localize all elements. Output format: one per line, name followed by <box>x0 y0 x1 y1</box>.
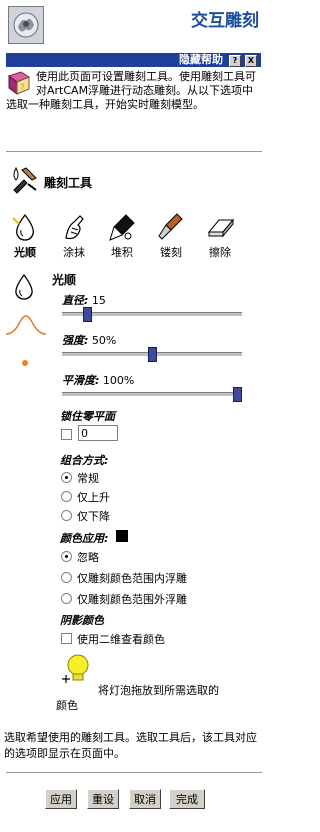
current-tool-icon <box>13 273 35 304</box>
tool-label: 光顺 <box>14 246 36 259</box>
help-text-body: 使用此页面可设置雕刻工具。使用雕刻工具可对ArtCAM浮雕进行动态雕刻。从以下选… <box>6 70 256 111</box>
done-button[interactable]: 完成 <box>169 789 205 809</box>
diameter-value: 15 <box>91 294 106 307</box>
apply-button[interactable]: 应用 <box>45 789 77 809</box>
carve-chisel-icon <box>158 213 183 240</box>
cancel-button[interactable]: 取消 <box>129 789 161 809</box>
help-close-button[interactable]: X <box>245 55 257 67</box>
color-swatch[interactable] <box>116 530 128 542</box>
deposit-icon <box>109 214 135 241</box>
smoothness-row: 平滑度: 100% <box>62 372 134 388</box>
divider <box>6 151 262 153</box>
use-2d-color-label: 使用二维查看颜色 <box>77 633 165 646</box>
color-option-label: 仅雕刻颜色范围外浮雕 <box>77 593 187 606</box>
lock-zero-plane-checkbox[interactable] <box>61 429 72 440</box>
brush-size-dot-icon <box>22 360 28 366</box>
strength-value: 50% <box>91 334 117 347</box>
lock-zero-plane-label: 锁住零平面 <box>60 410 115 423</box>
help-book-icon: ? <box>6 70 32 96</box>
help-bar[interactable]: 隐藏帮助 ? X <box>6 53 261 67</box>
hide-help-label[interactable]: 隐藏帮助 <box>179 53 223 67</box>
combine-label: 组合方式: <box>60 454 109 467</box>
diameter-row: 直径: 15 <box>62 292 106 308</box>
tool-label: 擦除 <box>209 246 231 259</box>
color-radio-inside[interactable] <box>61 572 72 583</box>
svg-text:?: ? <box>20 83 25 93</box>
tool-carve[interactable]: 镂刻 <box>151 212 191 260</box>
color-apply-label: 颜色应用: <box>60 532 109 545</box>
smoothness-label: 平滑度: <box>62 374 100 387</box>
tool-erase[interactable]: 擦除 <box>200 212 240 260</box>
combine-radio-normal[interactable] <box>61 472 72 483</box>
tool-smooth[interactable]: 光顺 <box>5 212 45 260</box>
strength-slider-thumb[interactable] <box>148 347 157 362</box>
carve-tools-icon <box>10 164 40 197</box>
smoothness-slider-thumb[interactable] <box>233 387 242 402</box>
color-radio-ignore[interactable] <box>61 551 72 562</box>
profile-curve-icon <box>4 312 48 339</box>
bulb-instruction: 将灯泡拖放到所需选取的 <box>98 684 219 697</box>
diameter-slider-thumb[interactable] <box>83 307 92 322</box>
tool-deposit[interactable]: 堆积 <box>102 212 142 260</box>
use-2d-color-checkbox[interactable] <box>61 633 72 644</box>
footer-help-text: 选取希望使用的雕刻工具。选取工具后，该工具对应的选项即显示在页面中。 <box>4 731 257 760</box>
smudge-finger-icon <box>65 215 84 240</box>
reset-button[interactable]: 重设 <box>87 789 119 809</box>
strength-row: 强度: 50% <box>62 332 116 348</box>
color-option-label: 仅雕刻颜色范围内浮雕 <box>77 572 187 585</box>
strength-slider[interactable] <box>62 347 242 362</box>
divider <box>6 772 262 774</box>
smoothness-value: 100% <box>102 374 135 387</box>
combine-radio-lower[interactable] <box>61 510 72 521</box>
current-tool-name: 光顺 <box>52 273 77 287</box>
help-question-button[interactable]: ? <box>229 55 241 67</box>
color-option-label: 忽略 <box>77 551 99 564</box>
zero-plane-field[interactable] <box>78 425 118 441</box>
shade-label: 阴影颜色 <box>60 614 104 627</box>
smoothness-slider[interactable] <box>62 387 242 402</box>
combine-option-label: 仅上升 <box>77 491 110 504</box>
bulb-caption: 颜色 <box>56 699 78 712</box>
tool-label: 堆积 <box>111 246 133 259</box>
section-title: 雕刻工具 <box>44 176 93 190</box>
tool-smudge[interactable]: 涂抹 <box>54 212 94 260</box>
tool-label: 涂抹 <box>63 246 85 259</box>
smooth-drop-icon <box>12 213 34 241</box>
light-bulb-icon[interactable] <box>60 653 90 690</box>
eraser-icon <box>207 218 235 238</box>
combine-radio-raise[interactable] <box>61 491 72 502</box>
color-radio-outside[interactable] <box>61 593 72 604</box>
diameter-slider[interactable] <box>62 307 242 322</box>
page-title: 交互雕刻 <box>191 11 259 31</box>
combine-option-label: 常规 <box>77 472 99 485</box>
strength-label: 强度: <box>62 334 89 347</box>
help-panel: ? 使用此页面可设置雕刻工具。使用雕刻工具可对ArtCAM浮雕进行动态雕刻。从以… <box>6 70 258 112</box>
combine-option-label: 仅下降 <box>77 510 110 523</box>
diameter-label: 直径: <box>62 294 89 307</box>
tool-label: 镂刻 <box>160 246 182 259</box>
app-logo-icon <box>8 6 44 44</box>
